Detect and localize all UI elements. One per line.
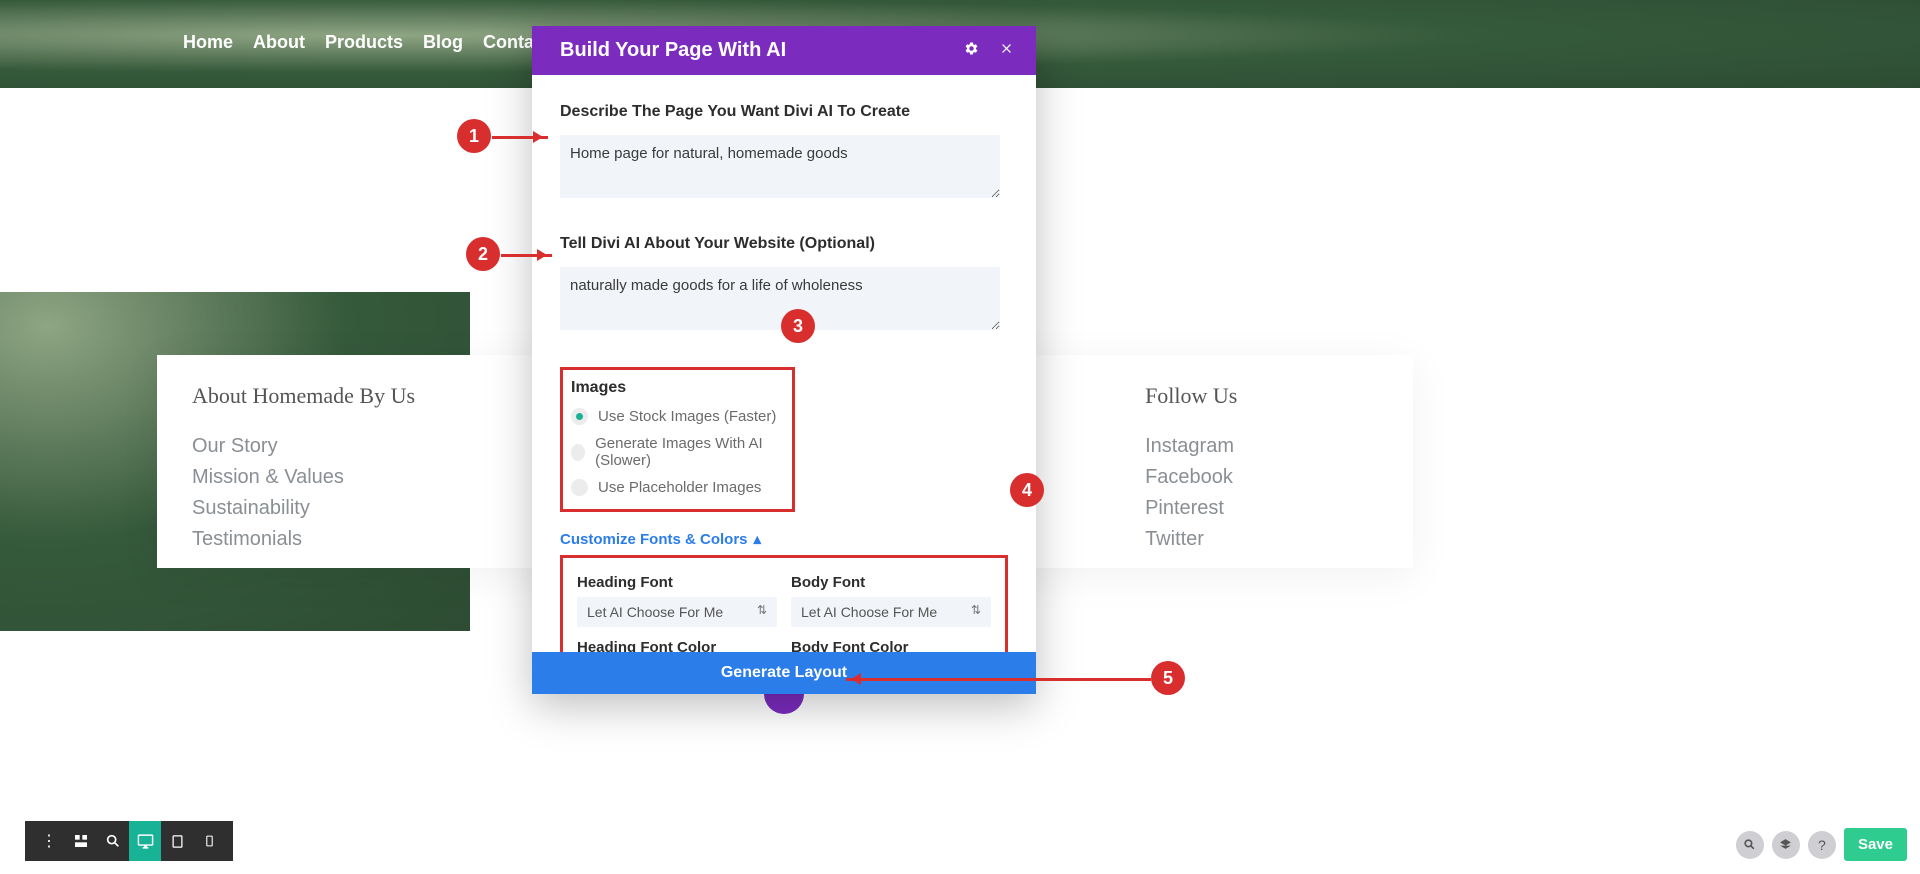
zoom-icon[interactable] xyxy=(97,821,129,861)
footer-link[interactable]: Testimonials xyxy=(192,524,415,555)
caret-up-icon: ▴ xyxy=(754,530,762,548)
more-icon[interactable]: ⋮ xyxy=(33,821,65,861)
annotation-badge-5: 5 xyxy=(1151,661,1185,695)
heading-font-label: Heading Font xyxy=(577,574,777,591)
footer-link[interactable]: Facebook xyxy=(1145,462,1237,493)
generate-layout-button[interactable]: Generate Layout xyxy=(532,652,1036,694)
tablet-view-icon[interactable] xyxy=(161,821,193,861)
radio-dot-icon xyxy=(571,408,588,425)
images-options-box: Images Use Stock Images (Faster) Generat… xyxy=(560,367,795,512)
builder-view-bar: ⋮ xyxy=(25,821,233,861)
images-label: Images xyxy=(571,379,784,397)
radio-label: Use Placeholder Images xyxy=(598,479,761,496)
heading-font-select[interactable]: Let AI Choose For Me xyxy=(577,597,777,627)
footer-link[interactable]: Instagram xyxy=(1145,431,1237,462)
body-font-label: Body Font xyxy=(791,574,991,591)
close-icon[interactable] xyxy=(999,41,1014,61)
ai-builder-modal: Build Your Page With AI Describe The Pag… xyxy=(532,26,1036,694)
radio-stock[interactable]: Use Stock Images (Faster) xyxy=(571,403,784,430)
builder-right-actions: ? Save xyxy=(1736,828,1907,861)
wireframe-icon[interactable] xyxy=(65,821,97,861)
annotation-badge-4: 4 xyxy=(1010,473,1044,507)
footer-title-follow: Follow Us xyxy=(1145,383,1237,409)
save-button[interactable]: Save xyxy=(1844,828,1907,861)
annotation-arrow xyxy=(492,136,548,139)
footer-col-about: About Homemade By Us Our Story Mission &… xyxy=(192,383,415,568)
nav-blog[interactable]: Blog xyxy=(423,32,463,53)
layers-icon[interactable] xyxy=(1772,831,1800,859)
modal-body: Describe The Page You Want Divi AI To Cr… xyxy=(532,75,1036,652)
modal-title: Build Your Page With AI xyxy=(560,39,786,62)
annotation-badge-3: 3 xyxy=(781,309,815,343)
help-icon[interactable]: ? xyxy=(1808,831,1836,859)
section-add-button[interactable] xyxy=(764,694,804,714)
fonts-colors-box: Heading Font Body Font Let AI Choose For… xyxy=(560,555,1008,653)
footer-link[interactable]: Sustainability xyxy=(192,493,415,524)
nav-about[interactable]: About xyxy=(253,32,305,53)
footer-title-about: About Homemade By Us xyxy=(192,383,415,409)
customize-fonts-toggle[interactable]: Customize Fonts & Colors▴ xyxy=(560,530,761,548)
modal-header: Build Your Page With AI xyxy=(532,26,1036,75)
annotation-arrow xyxy=(846,678,1151,681)
radio-dot-icon xyxy=(571,479,588,496)
describe-input[interactable]: Home page for natural, homemade goods xyxy=(560,135,1000,198)
radio-label: Generate Images With AI (Slower) xyxy=(595,435,784,469)
phone-view-icon[interactable] xyxy=(193,821,225,861)
search-icon[interactable] xyxy=(1736,831,1764,859)
body-color-label: Body Font Color xyxy=(791,639,991,653)
radio-label: Use Stock Images (Faster) xyxy=(598,408,776,425)
radio-placeholder[interactable]: Use Placeholder Images xyxy=(571,474,784,501)
footer-link[interactable]: Pinterest xyxy=(1145,493,1237,524)
footer-link[interactable]: Our Story xyxy=(192,431,415,462)
tell-input[interactable]: naturally made goods for a life of whole… xyxy=(560,267,1000,330)
heading-color-label: Heading Font Color xyxy=(577,639,777,653)
nav-products[interactable]: Products xyxy=(325,32,403,53)
footer-col-follow: Follow Us Instagram Facebook Pinterest T… xyxy=(1145,383,1237,568)
annotation-arrow xyxy=(501,254,552,257)
annotation-badge-1: 1 xyxy=(457,119,491,153)
radio-ai[interactable]: Generate Images With AI (Slower) xyxy=(571,430,784,474)
describe-label: Describe The Page You Want Divi AI To Cr… xyxy=(560,103,1008,121)
footer-link[interactable]: Mission & Values xyxy=(192,462,415,493)
nav-home[interactable]: Home xyxy=(183,32,233,53)
radio-dot-icon xyxy=(571,444,585,461)
desktop-view-icon[interactable] xyxy=(129,821,161,861)
annotation-badge-2: 2 xyxy=(466,237,500,271)
tell-label: Tell Divi AI About Your Website (Optiona… xyxy=(560,235,1008,253)
gear-icon[interactable] xyxy=(964,41,979,61)
footer-link[interactable]: Twitter xyxy=(1145,524,1237,555)
body-font-select[interactable]: Let AI Choose For Me xyxy=(791,597,991,627)
